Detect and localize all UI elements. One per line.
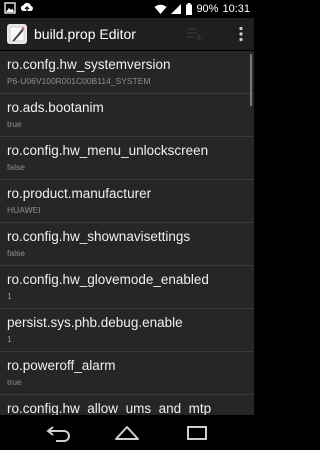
property-value: true xyxy=(7,119,22,129)
property-key: ro.config.hw_shownavisettings xyxy=(7,229,191,244)
screen: 90% 10:31 build.prop Editor ro.confg.hw_… xyxy=(0,0,254,450)
list-item[interactable]: ro.config.hw_glovemode_enabled 1 xyxy=(0,266,254,309)
app-logo-icon[interactable] xyxy=(6,23,28,45)
overflow-menu-icon[interactable] xyxy=(238,26,244,42)
cloud-upload-icon xyxy=(20,2,34,14)
list-item[interactable]: ro.config.hw_shownavisettings false xyxy=(0,223,254,266)
property-key: persist.sys.phb.debug.enable xyxy=(7,315,183,330)
action-bar: build.prop Editor xyxy=(0,18,254,51)
app-title: build.prop Editor xyxy=(34,26,136,42)
signal-icon xyxy=(171,3,182,15)
property-key: ro.config.hw_menu_unlockscreen xyxy=(7,143,209,158)
list-item[interactable]: ro.ads.bootanim true xyxy=(0,94,254,137)
property-key: ro.confg.hw_systemversion xyxy=(7,57,171,72)
property-value: 1 xyxy=(7,334,12,344)
property-value: 1 xyxy=(7,291,12,301)
status-left xyxy=(4,2,34,14)
list-item[interactable]: persist.sys.phb.debug.enable 1 xyxy=(0,309,254,352)
property-value: true xyxy=(7,377,22,387)
list-item[interactable]: ro.poweroff_alarm true xyxy=(0,352,254,395)
home-icon[interactable] xyxy=(107,422,147,444)
battery-icon xyxy=(186,3,193,15)
property-value: HUAWEI xyxy=(7,205,41,215)
property-value: P6-U06V100R001C00B114_SYSTEM xyxy=(7,76,151,86)
list-item[interactable]: ro.confg.hw_systemversion P6-U06V100R001… xyxy=(0,51,254,94)
property-value: false xyxy=(7,248,25,258)
list-item[interactable]: ro.config.hw_allow_ums_and_mtp xyxy=(0,395,254,415)
list-item[interactable]: ro.product.manufacturer HUAWEI xyxy=(0,180,254,223)
status-right: 90% 10:31 xyxy=(154,2,250,16)
image-icon xyxy=(4,2,16,14)
property-key: ro.product.manufacturer xyxy=(7,186,152,201)
property-list[interactable]: ro.confg.hw_systemversion P6-U06V100R001… xyxy=(0,51,254,415)
recent-apps-icon[interactable] xyxy=(177,422,217,444)
status-bar: 90% 10:31 xyxy=(0,0,254,18)
property-key: ro.config.hw_allow_ums_and_mtp xyxy=(7,401,212,415)
battery-percent: 90% xyxy=(196,3,219,15)
navigation-bar xyxy=(0,415,254,450)
list-item[interactable]: ro.config.hw_menu_unlockscreen false xyxy=(0,137,254,180)
wifi-icon xyxy=(154,3,167,15)
clock: 10:31 xyxy=(222,3,250,15)
scrollbar[interactable] xyxy=(250,54,252,106)
property-value: false xyxy=(7,162,25,172)
property-key: ro.ads.bootanim xyxy=(7,100,104,115)
add-property-icon[interactable] xyxy=(186,26,204,42)
property-key: ro.poweroff_alarm xyxy=(7,358,116,373)
property-key: ro.config.hw_glovemode_enabled xyxy=(7,272,209,287)
back-icon[interactable] xyxy=(37,422,77,444)
